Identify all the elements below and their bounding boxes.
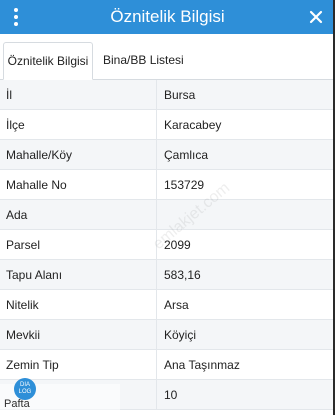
row-value: 583,16 (164, 268, 201, 282)
table-row: İl Bursa (0, 80, 335, 110)
row-label: Tapu Alanı (6, 268, 63, 282)
row-value: 2099 (164, 238, 191, 252)
app-logo: DIA LOG Pafta (4, 378, 50, 412)
row-value: 10 (164, 388, 178, 402)
row-label: İlçe (6, 118, 25, 132)
row-value: Bursa (164, 88, 196, 102)
logo-text: Pafta (4, 398, 30, 410)
column-divider (156, 80, 157, 109)
table-row: Mahalle/Köy Çamlıca (0, 140, 335, 170)
column-divider (156, 110, 157, 139)
row-label: Mevkii (6, 328, 41, 342)
table-row: Mevkii Köyiçi (0, 320, 335, 350)
title-bar: Öznitelik Bilgisi (0, 0, 335, 34)
row-value: 153729 (164, 178, 205, 192)
column-divider (156, 230, 157, 259)
column-divider (156, 320, 157, 349)
row-value: Arsa (164, 298, 189, 312)
row-label: Ada (6, 208, 28, 222)
column-divider (156, 290, 157, 319)
row-label: Zemin Tip (6, 358, 59, 372)
column-divider (156, 140, 157, 169)
column-divider (156, 260, 157, 289)
table-row: Nitelik Arsa (0, 290, 335, 320)
column-divider (156, 170, 157, 199)
row-label: İl (6, 88, 12, 102)
table-row: Tapu Alanı 583,16 (0, 260, 335, 290)
close-icon[interactable] (309, 10, 323, 24)
tab-attribute-info[interactable]: Öznitelik Bilgisi (3, 42, 93, 80)
table-row: Ada (0, 200, 335, 230)
row-label: Parsel (6, 238, 41, 252)
logo-badge: DIA LOG (14, 378, 36, 400)
table-row: İlçe Karacabey (0, 110, 335, 140)
tab-bar: Öznitelik Bilgisi Bina/BB Listesi (0, 34, 335, 80)
row-value: Çamlıca (164, 148, 209, 162)
column-divider (156, 200, 157, 229)
column-divider (156, 350, 157, 379)
table-row: Zemin Tip Ana Taşınmaz (0, 350, 335, 380)
window-title: Öznitelik Bilgisi (110, 7, 225, 26)
tab-building-list[interactable]: Bina/BB Listesi (97, 42, 187, 80)
attribute-info-window: Öznitelik Bilgisi Öznitelik Bilgisi Bina… (0, 0, 335, 415)
table-row: Mahalle No 153729 (0, 170, 335, 200)
row-label: Mahalle/Köy (6, 148, 73, 162)
table-row: Parsel 2099 (0, 230, 335, 260)
row-label: Mahalle No (6, 178, 67, 192)
attribute-table: İl Bursa İlçe Karacabey Mahalle/Köy Çaml… (0, 80, 335, 410)
column-divider (156, 380, 157, 409)
row-label: Nitelik (6, 298, 39, 312)
row-value: Ana Taşınmaz (164, 358, 240, 372)
row-value: Karacabey (164, 118, 222, 132)
row-value: Köyiçi (164, 328, 197, 342)
